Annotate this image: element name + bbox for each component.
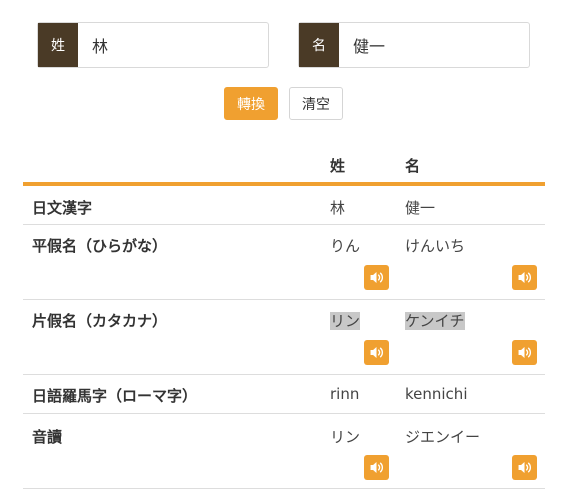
speaker-icon (518, 271, 531, 284)
first-name-label: 名 (299, 23, 339, 67)
katakana-last-audio-button[interactable] (364, 340, 389, 365)
row-label-kanji: 日文漢字 (32, 199, 93, 217)
row-label-katakana: 片假名（カタカナ） (32, 312, 168, 330)
onyomi-first-name: ジエンイー (405, 428, 481, 446)
convert-button[interactable]: 轉換 (224, 87, 278, 120)
table-header-divider (23, 182, 545, 186)
row-divider (23, 299, 545, 300)
first-name-input[interactable]: 健一 (339, 23, 529, 67)
row-divider (23, 374, 545, 375)
katakana-first-audio-button[interactable] (512, 340, 537, 365)
onyomi-last-audio-button[interactable] (364, 455, 389, 480)
hiragana-first-name: けんいち (405, 237, 466, 255)
last-name-label: 姓 (38, 23, 78, 67)
row-divider (23, 224, 545, 225)
hiragana-last-audio-button[interactable] (364, 265, 389, 290)
kanji-last-name: 林 (330, 199, 346, 217)
speaker-icon (370, 461, 383, 474)
katakana-last-name: リン (330, 312, 361, 330)
katakana-first-name: ケンイチ (405, 312, 465, 330)
katakana-last-cell: リン (330, 310, 361, 331)
clear-button[interactable]: 清空 (289, 87, 343, 120)
speaker-icon (518, 346, 531, 359)
row-divider (23, 488, 545, 489)
first-name-field: 名 健一 (298, 22, 530, 68)
last-name-field: 姓 林 (37, 22, 269, 68)
row-label-hiragana: 平假名（ひらがな） (32, 237, 168, 255)
speaker-icon (370, 346, 383, 359)
column-header-last-name: 姓 (330, 157, 346, 175)
hiragana-first-audio-button[interactable] (512, 265, 537, 290)
katakana-first-cell: ケンイチ (405, 310, 465, 331)
speaker-icon (518, 461, 531, 474)
column-header-first-name: 名 (405, 157, 421, 175)
onyomi-last-name: リン (330, 428, 361, 446)
row-divider (23, 413, 545, 414)
row-label-romaji: 日語羅馬字（ローマ字） (32, 387, 198, 405)
last-name-input[interactable]: 林 (78, 23, 268, 67)
row-label-onyomi: 音讀 (32, 428, 63, 446)
kanji-first-name: 健一 (405, 199, 436, 217)
speaker-icon (370, 271, 383, 284)
romaji-first-name: kennichi (405, 385, 468, 403)
onyomi-first-audio-button[interactable] (512, 455, 537, 480)
hiragana-last-name: りん (330, 237, 361, 255)
romaji-last-name: rinn (330, 385, 360, 403)
